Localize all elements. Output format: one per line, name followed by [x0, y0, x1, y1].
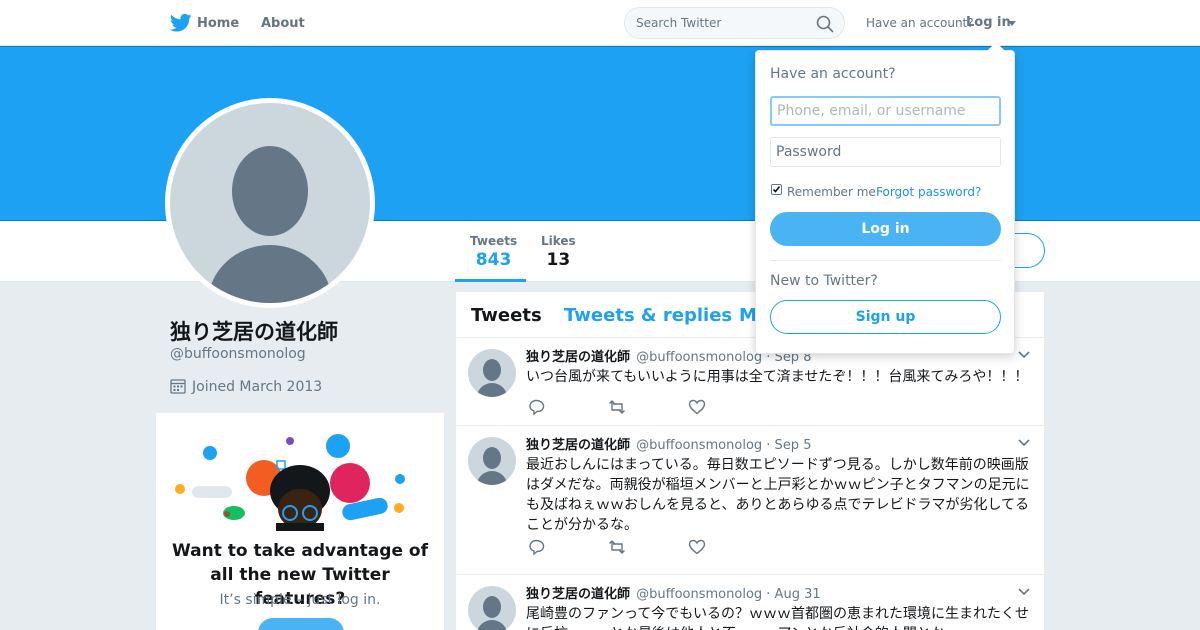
tweet-item[interactable]: 独り芝居の道化師 @buffoonsmonolog · Sep 5 最近おしんに…	[456, 426, 1044, 575]
tweet-header: 独り芝居の道化師 @buffoonsmonolog · Aug 31	[526, 583, 821, 602]
dropdown-title: Have an account?	[770, 66, 896, 82]
calendar-icon	[170, 379, 186, 394]
chevron-down-icon[interactable]	[1018, 439, 1030, 447]
new-to-twitter-text: New to Twitter?	[770, 273, 878, 289]
chevron-down-icon[interactable]	[1018, 351, 1030, 359]
remember-me-label[interactable]: Remember me ·	[787, 185, 883, 199]
retweet-icon[interactable]	[608, 398, 626, 416]
tweet-author-name[interactable]: 独り芝居の道化師	[526, 587, 630, 602]
stat-tweets-label: Tweets	[470, 234, 518, 248]
default-avatar-icon	[208, 146, 332, 303]
avatar[interactable]	[170, 103, 370, 303]
stat-likes-value: 13	[546, 250, 571, 270]
dropdown-divider	[770, 260, 1001, 261]
joined-date: Joined March 2013	[192, 379, 323, 395]
tab-tweets-and-replies[interactable]: Tweets & replies	[564, 305, 732, 326]
promo-login-button[interactable]	[258, 618, 344, 630]
search-box	[624, 7, 845, 39]
remember-me-checkbox[interactable]	[771, 184, 782, 195]
tweet-actions	[528, 398, 728, 416]
stat-likes-label: Likes	[541, 234, 576, 248]
login-dropdown-toggle[interactable]: Log in	[966, 15, 1011, 30]
tweet-text: 最近おしんにはまっている。毎日数エピソードずつ見る。しかし数年前の映画版はダメだ…	[526, 457, 1030, 533]
caret-down-icon[interactable]	[1008, 21, 1016, 26]
tweet-avatar[interactable]	[468, 586, 516, 630]
top-navigation-bar: Home About Have an account? Log in	[0, 0, 1200, 46]
stat-tweets[interactable]: Tweets 843	[470, 234, 517, 270]
dropdown-arrow	[987, 42, 1005, 51]
tab-tweets[interactable]: Tweets	[471, 305, 542, 326]
promo-subtitle: It’s simple – just log in.	[219, 592, 381, 608]
stat-tweets-value: 843	[475, 250, 512, 270]
search-input[interactable]	[636, 16, 806, 30]
tweet-avatar[interactable]	[468, 349, 516, 397]
like-heart-icon[interactable]	[688, 538, 706, 556]
default-avatar-icon	[477, 359, 507, 397]
reply-icon[interactable]	[528, 398, 546, 416]
profile-display-name[interactable]: 独り芝居の道化師	[170, 316, 338, 346]
tweet-text: いつ台風が来てもいいように用事は全て済ませたぞ！！！台風来てみろや！！！	[526, 369, 1029, 385]
default-avatar-icon	[477, 447, 507, 485]
tweet-author-handle[interactable]: @buffoonsmonolog	[636, 587, 762, 602]
tweet-author-handle[interactable]: @buffoonsmonolog	[636, 350, 762, 365]
nav-home-link[interactable]: Home	[197, 16, 239, 31]
tweet-author-name[interactable]: 独り芝居の道化師	[526, 350, 630, 365]
username-field[interactable]	[770, 96, 1001, 126]
forgot-password-link[interactable]: Forgot password?	[876, 185, 981, 199]
login-button[interactable]: Log in	[770, 212, 1001, 246]
active-stat-indicator	[455, 279, 526, 282]
stat-likes[interactable]: Likes 13	[541, 234, 576, 270]
tweet-timestamp[interactable]: · Aug 31	[766, 587, 820, 602]
reply-icon[interactable]	[528, 538, 546, 556]
tweet-header: 独り芝居の道化師 @buffoonsmonolog · Sep 5	[526, 434, 811, 453]
tweet-author-handle[interactable]: @buffoonsmonolog	[636, 438, 762, 453]
tweet-item[interactable]: 独り芝居の道化師 @buffoonsmonolog · Aug 31 尾崎豊のフ…	[456, 575, 1044, 630]
tweet-text: 尾崎豊のファンって今でもいるの？ｗｗｗ首都圏の恵まれた環境に生まれたくせに反抗ー…	[526, 606, 1030, 630]
promo-illustration	[175, 434, 405, 531]
tweet-timestamp[interactable]: · Sep 5	[766, 438, 811, 453]
twitter-bird-icon[interactable]	[170, 13, 192, 33]
nav-about-link[interactable]: About	[261, 16, 305, 31]
have-account-text: Have an account?	[866, 16, 974, 30]
login-dropdown: Have an account? Remember me · Forgot pa…	[755, 42, 1015, 354]
checkmark-icon	[772, 186, 781, 193]
like-heart-icon[interactable]	[688, 398, 706, 416]
tweet-actions	[528, 538, 728, 556]
search-icon[interactable]	[816, 15, 834, 33]
default-avatar-icon	[477, 596, 507, 630]
tweet-author-name[interactable]: 独り芝居の道化師	[526, 438, 630, 453]
tweet-avatar[interactable]	[468, 437, 516, 485]
login-promo-card: Want to take advantage of all the new Tw…	[156, 413, 444, 630]
chevron-down-icon[interactable]	[1018, 588, 1030, 596]
signup-button[interactable]: Sign up	[770, 300, 1001, 334]
profile-screen-name[interactable]: @buffoonsmonolog	[170, 346, 306, 362]
password-field[interactable]	[770, 137, 1001, 167]
profile-avatar-frame	[165, 98, 375, 308]
retweet-icon[interactable]	[608, 538, 626, 556]
